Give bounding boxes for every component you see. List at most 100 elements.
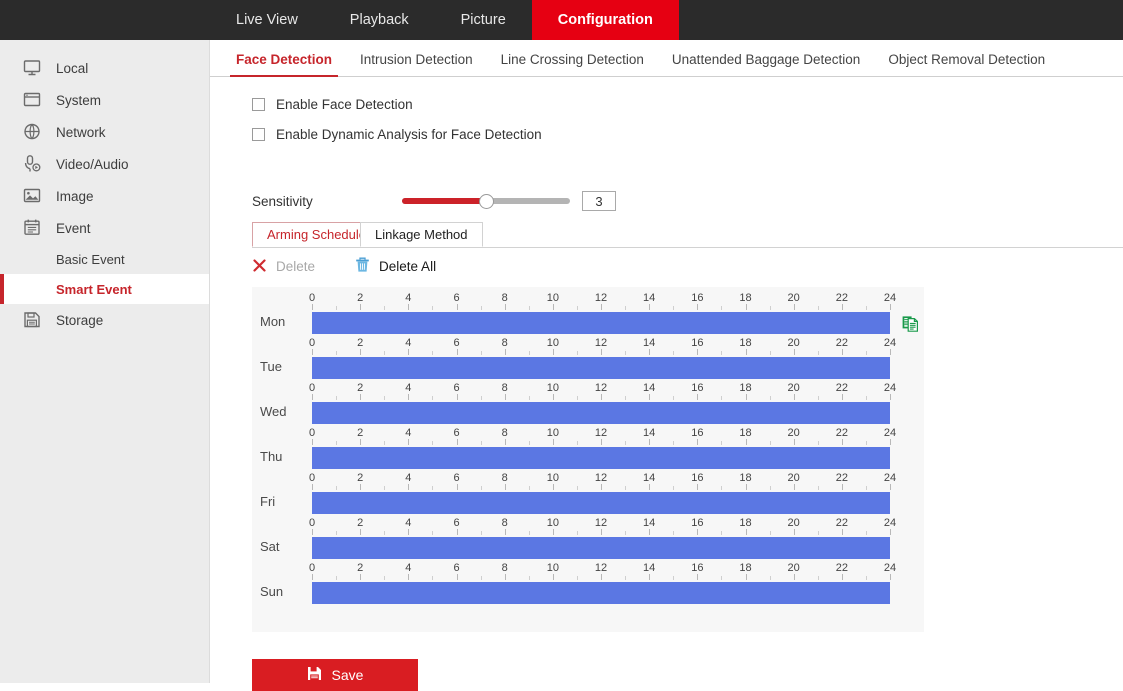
topnav-item-picture[interactable]: Picture bbox=[435, 0, 532, 40]
hour-tick-label: 22 bbox=[836, 292, 848, 304]
schedule-time-block[interactable] bbox=[312, 537, 890, 559]
hour-tick-label: 2 bbox=[357, 427, 363, 439]
schedule-time-block[interactable] bbox=[312, 402, 890, 424]
schedule-row: Sat024681012141618202224 bbox=[252, 517, 924, 562]
sidebar-item-label: Storage bbox=[56, 313, 103, 328]
hour-tick bbox=[577, 531, 578, 535]
hour-tick bbox=[625, 486, 626, 490]
topnav-item-playback[interactable]: Playback bbox=[324, 0, 435, 40]
sidebar-subitem-basic-event[interactable]: Basic Event bbox=[0, 244, 209, 274]
hour-tick-label: 8 bbox=[502, 472, 508, 484]
hour-tick bbox=[721, 396, 722, 400]
slider-track-fill bbox=[402, 198, 486, 204]
sidebar-item-image[interactable]: Image bbox=[0, 180, 209, 212]
tab-object-removal-detection[interactable]: Object Removal Detection bbox=[874, 52, 1059, 76]
hour-tick-label: 0 bbox=[309, 382, 315, 394]
hour-tick-label: 14 bbox=[643, 292, 655, 304]
schedule-row: Sun024681012141618202224 bbox=[252, 562, 924, 607]
hour-tick-label: 22 bbox=[836, 382, 848, 394]
schedule-day-label: Tue bbox=[260, 359, 308, 374]
hour-tick bbox=[505, 349, 506, 355]
sensitivity-slider[interactable] bbox=[402, 192, 570, 210]
hour-tick-label: 2 bbox=[357, 292, 363, 304]
sensitivity-value-input[interactable]: 3 bbox=[582, 191, 616, 211]
schedule-time-block[interactable] bbox=[312, 492, 890, 514]
sidebar-subitem-smart-event[interactable]: Smart Event bbox=[0, 274, 209, 304]
hour-tick bbox=[842, 349, 843, 355]
schedule-time-block[interactable] bbox=[312, 312, 890, 334]
sidebar-item-label: Local bbox=[56, 61, 88, 76]
hour-tick-label: 22 bbox=[836, 472, 848, 484]
hour-tick bbox=[312, 439, 313, 445]
slider-handle[interactable] bbox=[479, 194, 494, 209]
hour-tick-label: 18 bbox=[739, 427, 751, 439]
hour-tick bbox=[336, 486, 337, 490]
hour-tick-label: 4 bbox=[405, 292, 411, 304]
hour-tick-label: 18 bbox=[739, 382, 751, 394]
save-button[interactable]: Save bbox=[252, 659, 418, 691]
picture-icon bbox=[22, 186, 42, 206]
hour-tick-label: 8 bbox=[502, 562, 508, 574]
hour-tick bbox=[842, 574, 843, 580]
hour-tick bbox=[866, 531, 867, 535]
arming-schedule-grid[interactable]: Mon024681012141618202224Tue0246810121416… bbox=[252, 287, 924, 632]
topnav-item-live-view[interactable]: Live View bbox=[210, 0, 324, 40]
copy-to-days-icon[interactable] bbox=[902, 315, 918, 335]
trash-icon bbox=[355, 257, 370, 276]
hour-tick bbox=[481, 441, 482, 445]
hour-tick-label: 0 bbox=[309, 472, 315, 484]
sidebar-item-video-audio[interactable]: Video/Audio bbox=[0, 148, 209, 180]
tab-face-detection[interactable]: Face Detection bbox=[222, 52, 346, 76]
enable-face-detection-checkbox[interactable] bbox=[252, 98, 265, 111]
hour-tick bbox=[384, 486, 385, 490]
content-area: Face DetectionIntrusion DetectionLine Cr… bbox=[210, 40, 1123, 683]
hour-tick bbox=[794, 484, 795, 490]
hour-tick-label: 22 bbox=[836, 517, 848, 529]
hour-tick-label: 24 bbox=[884, 562, 896, 574]
hour-tick-label: 10 bbox=[547, 517, 559, 529]
hour-tick-label: 24 bbox=[884, 292, 896, 304]
hour-tick bbox=[794, 574, 795, 580]
sidebar-item-network[interactable]: Network bbox=[0, 116, 209, 148]
hour-tick bbox=[746, 484, 747, 490]
tab-line-crossing-detection[interactable]: Line Crossing Detection bbox=[487, 52, 658, 76]
hour-tick bbox=[553, 349, 554, 355]
schedule-day-label: Wed bbox=[260, 404, 308, 419]
hour-tick-label: 0 bbox=[309, 427, 315, 439]
sidebar-item-local[interactable]: Local bbox=[0, 52, 209, 84]
sensitivity-label: Sensitivity bbox=[252, 194, 402, 209]
schedule-time-block[interactable] bbox=[312, 357, 890, 379]
enable-dynamic-analysis-row[interactable]: Enable Dynamic Analysis for Face Detecti… bbox=[252, 127, 542, 142]
hour-tick bbox=[890, 484, 891, 490]
hour-tick bbox=[721, 486, 722, 490]
hour-tick-label: 14 bbox=[643, 382, 655, 394]
delete-button[interactable]: Delete bbox=[252, 258, 315, 276]
hour-tick bbox=[649, 304, 650, 310]
hour-tick bbox=[505, 439, 506, 445]
sidebar-item-event[interactable]: Event bbox=[0, 212, 209, 244]
sidebar-item-system[interactable]: System bbox=[0, 84, 209, 116]
enable-face-detection-row[interactable]: Enable Face Detection bbox=[252, 97, 413, 112]
hour-tick bbox=[842, 529, 843, 535]
hour-tick bbox=[673, 351, 674, 355]
hour-tick bbox=[673, 531, 674, 535]
enable-dynamic-analysis-checkbox[interactable] bbox=[252, 128, 265, 141]
schedule-time-block[interactable] bbox=[312, 447, 890, 469]
hour-tick-label: 16 bbox=[691, 337, 703, 349]
hour-tick-label: 8 bbox=[502, 382, 508, 394]
sidebar-item-storage[interactable]: Storage bbox=[0, 304, 209, 336]
delete-all-button[interactable]: Delete All bbox=[355, 257, 436, 276]
schedule-time-block[interactable] bbox=[312, 582, 890, 604]
hour-tick bbox=[577, 351, 578, 355]
hour-tick bbox=[312, 574, 313, 580]
topnav-item-configuration[interactable]: Configuration bbox=[532, 0, 679, 40]
hour-tick-label: 6 bbox=[453, 472, 459, 484]
tab-intrusion-detection[interactable]: Intrusion Detection bbox=[346, 52, 487, 76]
subtab-linkage-method[interactable]: Linkage Method bbox=[360, 222, 483, 247]
tab-unattended-baggage-detection[interactable]: Unattended Baggage Detection bbox=[658, 52, 874, 76]
sidebar: LocalSystemNetworkVideo/AudioImageEvent … bbox=[0, 40, 210, 683]
save-disk-icon bbox=[307, 666, 322, 684]
schedule-subtab-strip: Arming Schedule Linkage Method bbox=[252, 222, 1123, 248]
hour-tick-label: 2 bbox=[357, 562, 363, 574]
hour-tick-label: 18 bbox=[739, 337, 751, 349]
